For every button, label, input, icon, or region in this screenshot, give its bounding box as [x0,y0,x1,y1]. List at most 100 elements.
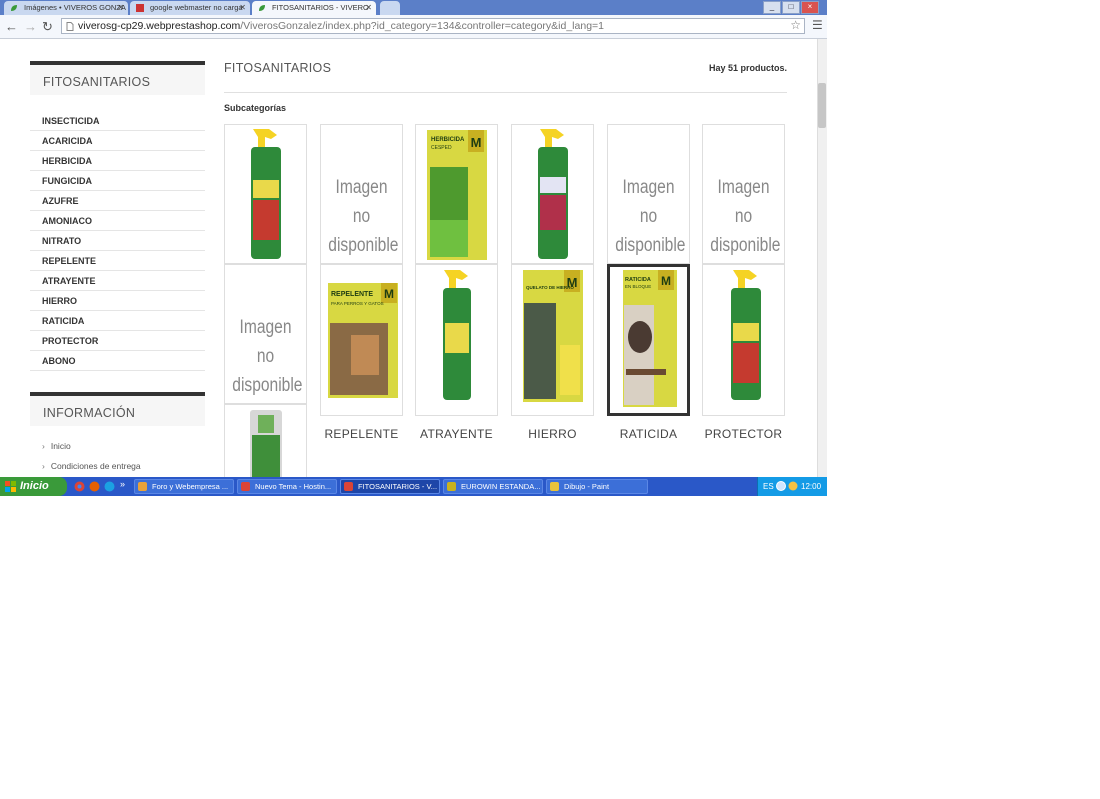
start-button[interactable]: Inicio [0,477,67,496]
svg-text:RATICIDA: RATICIDA [625,277,651,283]
subcategory-name[interactable]: ATRAYENTE [415,427,498,441]
subcategory-card-azufre[interactable]: Imagen no disponible [607,124,690,264]
subcategory-name[interactable]: RATICIDA [607,427,690,441]
sidebar-info-heading: INFORMACIÓN [30,392,205,426]
subcategory-card-herbicida[interactable]: M HERBICIDA CESPED [415,124,498,264]
subcategory-card-raticida[interactable]: M RATICIDA EN BLOQUE [607,264,690,416]
close-tab-icon[interactable]: ✕ [239,1,246,15]
subcategory-card-acaricida[interactable]: Imagen no disponible [320,124,403,264]
taskbar-item[interactable]: Foro y Webempresa ... [134,479,234,494]
sidebar-item-repelente[interactable]: REPELENTE [30,251,205,271]
reload-icon[interactable]: ↻ [42,19,53,35]
herbicide-box-image: M HERBICIDA CESPED [427,130,487,260]
subcategory-name[interactable]: HIERRO [511,427,594,441]
app-icon [447,482,456,491]
sidebar-category-heading: FITOSANITARIOS [30,61,205,95]
svg-text:EN BLOQUE: EN BLOQUE [625,284,651,289]
info-link-condiciones[interactable]: › Condiciones de entrega [42,461,141,471]
spray-bottle-image [731,270,761,400]
new-tab-button[interactable] [380,1,400,15]
close-tab-icon[interactable]: ✕ [117,1,124,15]
subcategory-name[interactable]: PROTECTOR [702,427,785,441]
no-image-placeholder: Imagen no disponible [710,177,781,256]
close-tab-icon[interactable]: ✕ [365,1,372,15]
bottle-image [250,410,282,477]
subcategory-card-nitrato[interactable]: Imagen no disponible [224,264,307,404]
sidebar-item-amoniaco[interactable]: AMONIACO [30,211,205,231]
chrome-icon[interactable] [74,481,85,492]
spray-bottle-image [251,129,281,259]
paint-icon [550,482,559,491]
subcategory-card-protector[interactable] [702,264,785,416]
maximize-button[interactable]: □ [782,1,800,14]
system-tray: ES 12:00 [757,477,827,496]
sidebar-item-azufre[interactable]: AZUFRE [30,191,205,211]
sidebar-item-nitrato[interactable]: NITRATO [30,231,205,251]
url-host: viverosg-cp29.webprestashop.com [78,20,241,32]
windows-logo-icon [5,481,16,492]
back-arrow-icon[interactable]: ← [5,19,18,34]
browser-toolbar: ← → ↻ viverosg-cp29.webprestashop.com/Vi… [0,15,827,39]
bookmark-star-icon[interactable]: ☆ [790,19,801,32]
close-window-button[interactable]: × [801,1,819,14]
leaf-icon [11,5,17,11]
taskbar-item[interactable]: EUROWIN ESTANDA... [443,479,543,494]
subcategory-card-hierro[interactable]: M QUELATO DE HIERRO [511,264,594,416]
alert-icon[interactable] [788,481,798,491]
sidebar-item-acaricida[interactable]: ACARICIDA [30,131,205,151]
taskbar-item[interactable]: Dibujo - Paint [546,479,648,494]
firefox-icon[interactable] [89,481,100,492]
iron-box-image: M QUELATO DE HIERRO [523,270,583,402]
minimize-button[interactable]: _ [763,1,781,14]
ie-icon[interactable] [104,481,115,492]
svg-text:HERBICIDA: HERBICIDA [431,137,465,143]
page-title: FITOSANITARIOS [224,61,332,75]
sidebar-item-fungicida[interactable]: FUNGICIDA [30,171,205,191]
taskbar-item-active[interactable]: FITOSANITARIOS - V... [340,479,440,494]
chevron-right-icon[interactable]: » [120,479,125,489]
url-path: /ViverosGonzalez/index.php?id_category=1… [240,20,605,32]
menu-icon[interactable]: ☰ [812,18,823,32]
svg-text:REPELENTE: REPELENTE [331,291,373,298]
spray-bottle-image [538,129,568,259]
no-image-placeholder: Imagen no disponible [232,317,303,396]
info-link-inicio[interactable]: › Inicio [42,441,71,451]
sidebar-item-atrayente[interactable]: ATRAYENTE [30,271,205,291]
svg-text:CESPED: CESPED [431,145,452,151]
svg-text:M: M [661,274,671,288]
subcategory-name[interactable]: REPELENTE [320,427,403,441]
page-viewport: FITOSANITARIOS INSECTICIDA ACARICIDA HERBI… [0,39,817,477]
sidebar-item-raticida[interactable]: RATICIDA [30,311,205,331]
windows-taskbar: Inicio » Foro y Webempresa ... Nuevo Tem… [0,477,827,496]
browser-tab-active[interactable]: FITOSANITARIOS - VIVERO ✕ [252,1,376,15]
leaf-icon [259,5,265,11]
product-count: Hay 51 productos. [708,63,787,73]
browser-tab-bar: Imágenes • VIVEROS GONZA ✕ google webmas… [0,0,827,15]
language-indicator[interactable]: ES [763,482,774,491]
subcategory-card-insecticida[interactable] [224,124,307,264]
sidebar-item-herbicida[interactable]: HERBICIDA [30,151,205,171]
sidebar-item-protector[interactable]: PROTECTOR [30,331,205,351]
site-icon [136,4,144,12]
browser-tab[interactable]: google webmaster no carga ✕ [130,1,250,15]
spray-bottle-image [443,270,471,400]
sidebar-item-insecticida[interactable]: INSECTICIDA [30,111,205,131]
network-icon[interactable] [776,481,786,491]
subcategories-label: Subcategorías [224,103,287,113]
forward-arrow-icon[interactable]: → [24,19,37,34]
subcategory-card-amoniaco[interactable]: Imagen no disponible [702,124,785,264]
sidebar-item-abono[interactable]: ABONO [30,351,205,371]
taskbar-item[interactable]: Nuevo Tema - Hostin... [237,479,337,494]
subcategory-card-repelente[interactable]: M REPELENTE PARA PERROS Y GATOS [320,264,403,416]
browser-tab[interactable]: Imágenes • VIVEROS GONZA ✕ [4,1,128,15]
scrollbar-thumb[interactable] [818,83,826,128]
chrome-icon [344,482,353,491]
chevron-right-icon: › [42,461,45,471]
address-bar[interactable]: viverosg-cp29.webprestashop.com/ViverosG… [61,18,805,34]
tab-title: google webmaster no carga [150,3,243,12]
subcategory-card-atrayente[interactable] [415,264,498,416]
sidebar-item-hierro[interactable]: HIERRO [30,291,205,311]
tab-title: Imágenes • VIVEROS GONZA [24,3,126,12]
subcategory-card-abono[interactable] [224,404,307,477]
subcategory-card-fungicida[interactable] [511,124,594,264]
